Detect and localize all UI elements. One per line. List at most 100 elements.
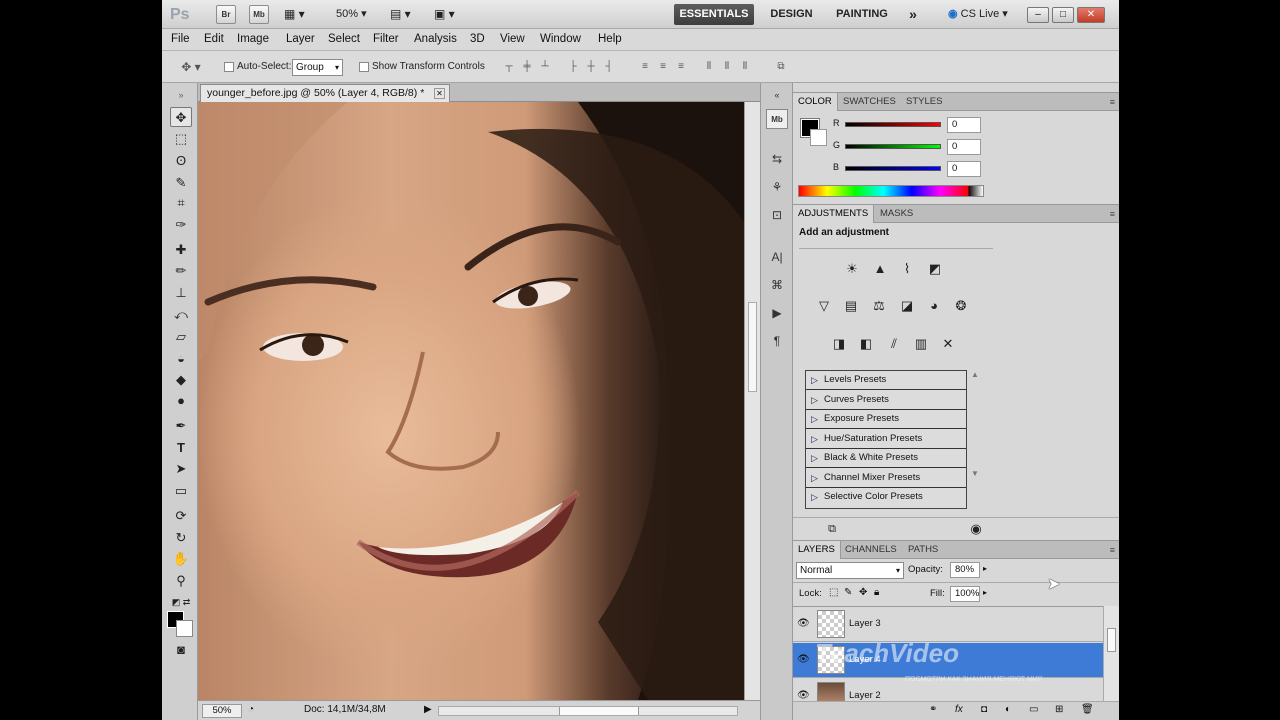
status-doc-icon[interactable]: ◔ [248, 704, 254, 715]
collapse-tools-icon[interactable]: » [170, 85, 192, 105]
screen-mode-menu[interactable]: ▣ ▾ [434, 4, 455, 25]
horizontal-scrollbar[interactable] [438, 706, 738, 716]
color-background-swatch[interactable] [810, 129, 827, 146]
background-color-swatch[interactable] [176, 620, 193, 637]
eyedropper-tool-icon[interactable]: ✑ [170, 215, 192, 235]
bridge-button[interactable]: Br [216, 5, 236, 24]
new-layer-icon[interactable]: ⊞ [1055, 704, 1063, 715]
green-slider[interactable] [845, 144, 941, 149]
presets-scrollbar[interactable]: ▲ ▼ [969, 370, 981, 509]
quick-selection-tool-icon[interactable]: ✎ [170, 173, 192, 193]
layers-scroll-thumb[interactable] [1107, 628, 1116, 652]
move-tool-icon[interactable]: ✥ [170, 107, 192, 127]
menu-help[interactable]: Help [598, 33, 622, 45]
menu-analysis[interactable]: Analysis [414, 33, 457, 45]
dodge-tool-icon[interactable]: ● [170, 391, 192, 411]
minimize-button[interactable]: – [1027, 7, 1049, 23]
more-workspaces-icon[interactable]: » [902, 4, 924, 25]
lock-all-icon[interactable]: 🔒︎ [874, 587, 879, 598]
tab-masks[interactable]: MASKS [875, 205, 918, 223]
adjustment-mode-icon[interactable]: ◉ [965, 519, 987, 539]
expand-dock-icon[interactable]: « [766, 85, 788, 105]
levels-presets-item[interactable]: ▷ Levels Presets [806, 371, 966, 390]
opacity-field[interactable]: 80% [950, 562, 980, 578]
menu-layer[interactable]: Layer [286, 33, 315, 45]
mini-bridge-panel-icon[interactable]: Mb [766, 109, 788, 129]
distribute-bottom-icon[interactable]: ≡ [674, 60, 688, 74]
eraser-tool-icon[interactable]: ▱ [170, 327, 192, 347]
marquee-tool-icon[interactable]: ⬚ [170, 129, 192, 149]
document-tab[interactable]: younger_before.jpg @ 50% (Layer 4, RGB/8… [200, 84, 450, 102]
paint-bucket-tool-icon[interactable]: ◒ [170, 349, 192, 369]
zoom-tool-icon[interactable]: ⚲ [170, 571, 192, 591]
layers-scrollbar[interactable] [1103, 606, 1119, 709]
align-hcenter-icon[interactable]: ┼ [584, 60, 598, 74]
hue-saturation-icon[interactable]: ▤ [840, 296, 862, 316]
selective-color-icon[interactable]: ✕ [937, 334, 959, 354]
type-tool-icon[interactable]: T [170, 438, 192, 458]
photo-filter-icon[interactable]: ◕ [923, 296, 945, 316]
mini-bridge-button[interactable]: Mb [249, 5, 269, 24]
horizontal-scroll-thumb[interactable] [559, 707, 639, 715]
move-tool-preset-icon[interactable]: ✥ ▾ [176, 60, 206, 74]
distribute-right-icon[interactable]: ⫴ [738, 60, 752, 74]
cs-live-button[interactable]: ◉ CS Live ▾ [948, 4, 1008, 25]
distribute-left-icon[interactable]: ⫴ [702, 60, 716, 74]
fill-field[interactable]: 100% [950, 586, 980, 602]
paragraph-panel-icon[interactable]: ¶ [766, 331, 788, 351]
3d-rotate-tool-icon[interactable]: ⟳ [170, 506, 192, 526]
auto-select-checkbox[interactable] [224, 62, 234, 72]
invert-icon[interactable]: ◨ [828, 334, 850, 354]
blur-tool-icon[interactable]: ◆ [170, 370, 192, 390]
align-right-icon[interactable]: ┤ [602, 60, 616, 74]
curves-icon[interactable]: ⌇ [896, 259, 918, 279]
panel-menu-icon[interactable]: ≡ [1110, 97, 1115, 107]
panel-menu-icon[interactable]: ≡ [1110, 545, 1115, 555]
menu-view[interactable]: View [500, 33, 525, 45]
lock-position-icon[interactable]: ✥ [859, 587, 867, 598]
opacity-slider-arrow-icon[interactable]: ▸ [983, 564, 987, 573]
new-adjustment-layer-icon[interactable]: ◐ [1005, 704, 1011, 715]
exposure-icon[interactable]: ◩ [924, 259, 946, 279]
channel-mixer-presets-item[interactable]: ▷ Channel Mixer Presets [806, 469, 966, 488]
crop-tool-icon[interactable]: ⌗ [170, 193, 192, 213]
3d-orbit-tool-icon[interactable]: ↻ [170, 528, 192, 548]
rectangle-tool-icon[interactable]: ▭ [170, 481, 192, 501]
menu-select[interactable]: Select [328, 33, 360, 45]
clip-to-layer-icon[interactable]: ⧉ [821, 519, 843, 539]
selective-color-presets-item[interactable]: ▷ Selective Color Presets [806, 488, 966, 507]
workspace-design[interactable]: DESIGN [764, 4, 819, 25]
vibrance-icon[interactable]: ▽ [813, 296, 835, 316]
history-brush-tool-icon[interactable]: ⤺ [170, 305, 192, 325]
brush-tool-icon[interactable]: ✏ [170, 261, 192, 281]
auto-select-dropdown[interactable]: Group ▾ [292, 59, 343, 76]
layer-row[interactable]: 👁︎ Layer 3 [793, 607, 1103, 642]
tab-styles[interactable]: STYLES [901, 93, 947, 111]
visibility-eye-icon[interactable]: 👁︎ [797, 690, 810, 701]
curves-presets-item[interactable]: ▷ Curves Presets [806, 391, 966, 410]
menu-edit[interactable]: Edit [204, 33, 224, 45]
blue-slider[interactable] [845, 166, 941, 171]
clone-stamp-tool-icon[interactable]: ⊥ [170, 283, 192, 303]
align-top-icon[interactable]: ┬ [502, 60, 516, 74]
exposure-presets-item[interactable]: ▷ Exposure Presets [806, 410, 966, 429]
green-value-field[interactable]: 0 [947, 139, 981, 155]
brightness-contrast-icon[interactable]: ☀ [841, 259, 863, 279]
distribute-top-icon[interactable]: ≡ [638, 60, 652, 74]
close-button[interactable]: ✕ [1077, 7, 1105, 23]
history-panel-icon[interactable]: ⇆ [766, 149, 788, 169]
workspace-painting[interactable]: PAINTING [828, 4, 896, 25]
info-panel-icon[interactable]: ▶ [766, 303, 788, 323]
tab-color[interactable]: COLOR [793, 93, 838, 111]
character-panel-icon[interactable]: A| [766, 247, 788, 267]
arrange-documents-menu[interactable]: ▤ ▾ [390, 4, 411, 25]
fill-slider-arrow-icon[interactable]: ▸ [983, 588, 987, 597]
black-white-presets-item[interactable]: ▷ Black & White Presets [806, 449, 966, 468]
tab-paths[interactable]: PATHS [903, 541, 943, 559]
distribute-hcenter-icon[interactable]: ⫴ [720, 60, 734, 74]
view-extras-menu[interactable]: ▦ ▾ [284, 4, 305, 25]
panel-menu-icon[interactable]: ≡ [1110, 209, 1115, 219]
auto-align-layers-icon[interactable]: ⧉ [774, 60, 788, 74]
gradient-map-icon[interactable]: ▥ [910, 334, 932, 354]
document-canvas[interactable] [198, 102, 744, 700]
